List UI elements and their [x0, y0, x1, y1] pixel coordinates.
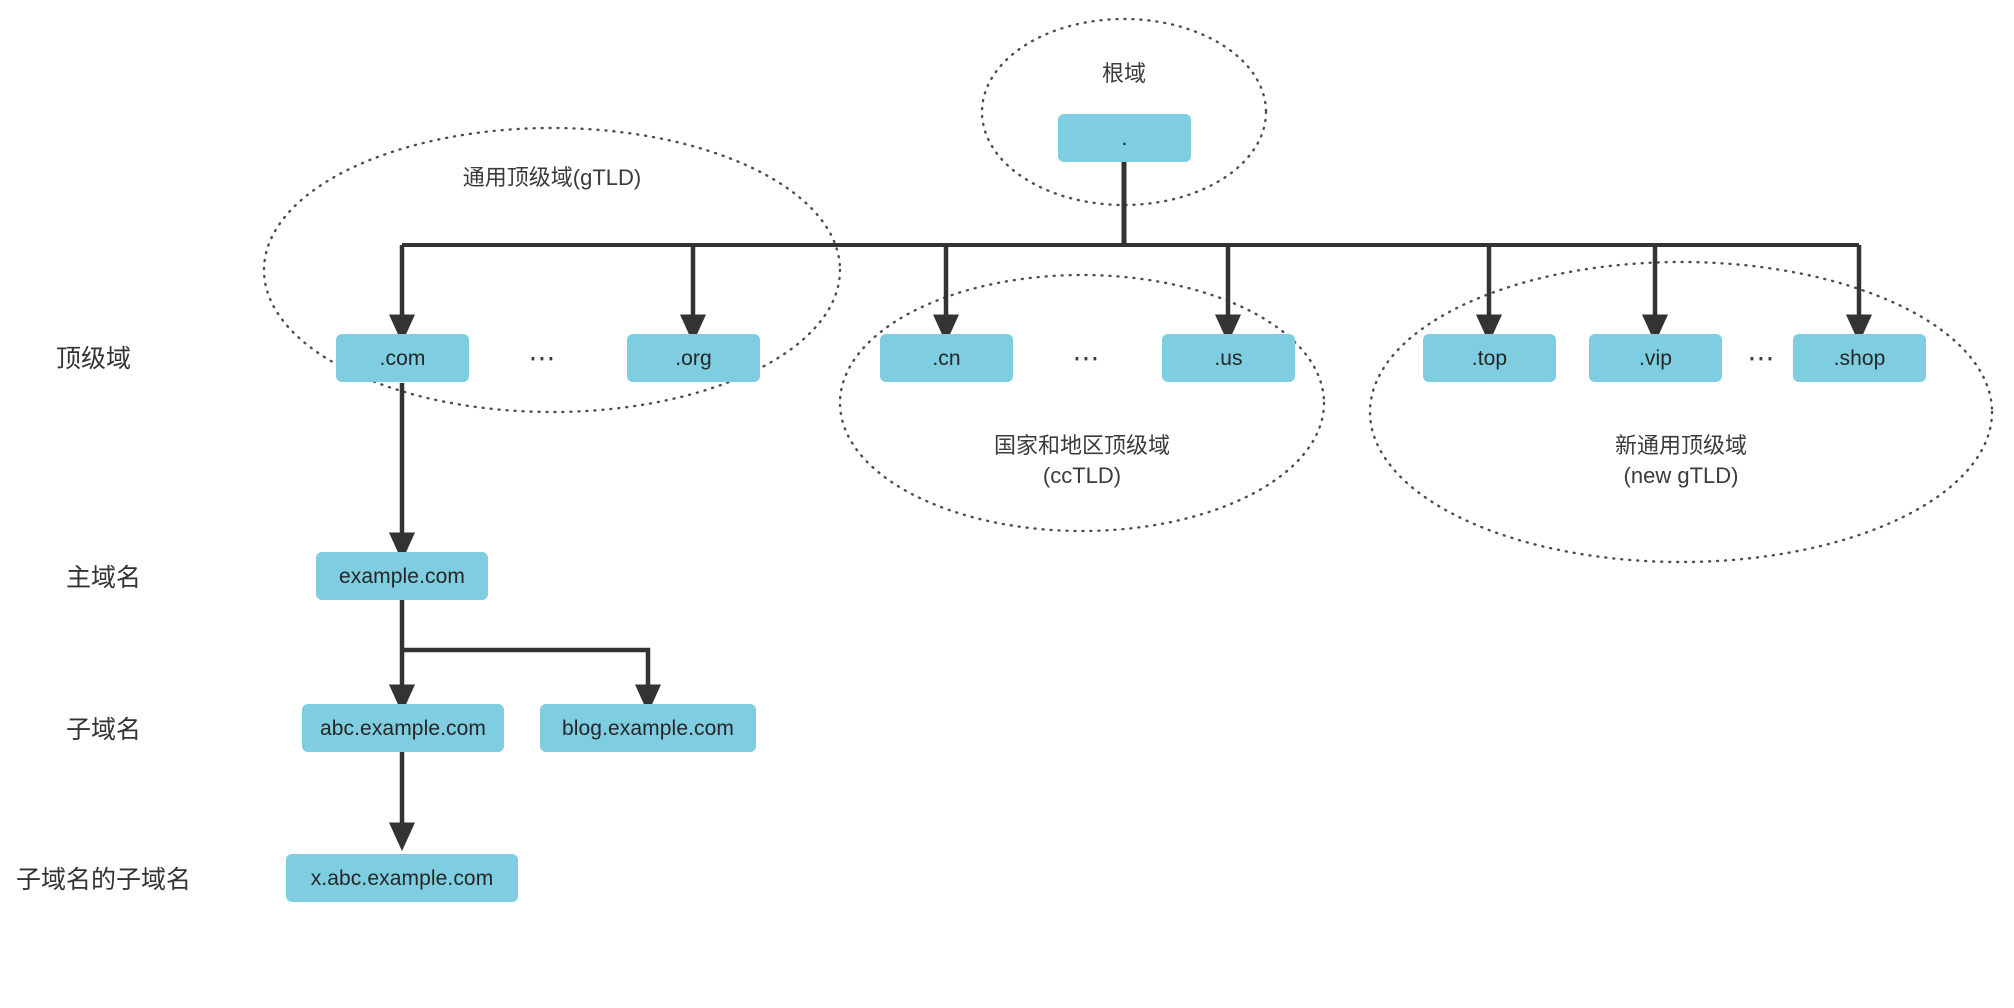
ellipsis-gtld-text: ⋯: [528, 342, 558, 373]
node-abc-example-com[interactable]: abc.example.com: [302, 704, 504, 752]
dns-hierarchy-diagram: 顶级域 主域名 子域名 子域名的子域名 根域 通用顶级域(gTLD) 国家和地区…: [0, 0, 2014, 1008]
row-label-subdomain: 子域名: [66, 714, 141, 746]
group-ellipse-new-gtld: [1368, 260, 1994, 564]
group-label-root: 根域: [1024, 60, 1224, 88]
row-label-sub-subdomain-text: 子域名的子域名: [16, 865, 192, 894]
group-label-cctld: 国家和地区顶级域 (ccTLD): [932, 430, 1232, 492]
node-example-com[interactable]: example.com: [316, 552, 488, 600]
node-abc-example-com-label: abc.example.com: [319, 716, 487, 740]
group-label-gtld: 通用顶级域(gTLD): [392, 163, 712, 193]
group-label-gtld-text: 通用顶级域(gTLD): [462, 165, 642, 191]
node-x-abc-example-com-label: x.abc.example.com: [310, 866, 494, 890]
group-label-new-gtld: 新通用顶级域 (new gTLD): [1531, 430, 1831, 492]
node-shop-label: .shop: [1833, 346, 1886, 370]
group-label-cctld-text: 国家和地区顶级域 (ccTLD): [993, 433, 1170, 488]
row-label-tld-text: 顶级域: [56, 344, 132, 373]
node-vip[interactable]: .vip: [1589, 334, 1722, 382]
group-ellipse-cctld: [838, 273, 1326, 533]
node-com[interactable]: .com: [336, 334, 469, 382]
node-vip-label: .vip: [1638, 346, 1673, 370]
node-root[interactable]: .: [1058, 114, 1191, 162]
ellipsis-cctld: ⋯: [1057, 342, 1117, 373]
row-label-sub-subdomain: 子域名的子域名: [16, 864, 191, 896]
ellipsis-new-gtld: ⋯: [1732, 342, 1792, 373]
node-shop[interactable]: .shop: [1793, 334, 1926, 382]
node-x-abc-example-com[interactable]: x.abc.example.com: [286, 854, 518, 902]
ellipsis-cctld-text: ⋯: [1072, 342, 1102, 373]
row-label-main-domain-text: 主域名: [66, 563, 142, 592]
node-cn[interactable]: .cn: [880, 334, 1013, 382]
row-label-tld: 顶级域: [56, 343, 131, 375]
node-blog-example-com[interactable]: blog.example.com: [540, 704, 756, 752]
node-blog-example-com-label: blog.example.com: [561, 716, 735, 740]
ellipsis-gtld: ⋯: [513, 342, 573, 373]
node-cn-label: .cn: [932, 346, 961, 370]
row-label-subdomain-text: 子域名: [66, 715, 142, 744]
node-org-label: .org: [675, 346, 712, 370]
group-label-root-text: 根域: [1101, 61, 1146, 87]
node-org[interactable]: .org: [627, 334, 760, 382]
node-top-label: .top: [1471, 346, 1508, 370]
node-example-com-label: example.com: [339, 564, 465, 588]
node-us[interactable]: .us: [1162, 334, 1295, 382]
node-top[interactable]: .top: [1423, 334, 1556, 382]
node-com-label: .com: [379, 346, 426, 370]
row-label-main-domain: 主域名: [66, 562, 141, 594]
ellipsis-new-gtld-text: ⋯: [1747, 342, 1777, 373]
group-label-new-gtld-text: 新通用顶级域 (new gTLD): [1614, 433, 1747, 488]
node-root-label: .: [1121, 126, 1128, 150]
edge-example-to-blog: [402, 647, 662, 714]
group-ellipse-root: [980, 17, 1268, 207]
node-us-label: .us: [1214, 346, 1243, 370]
